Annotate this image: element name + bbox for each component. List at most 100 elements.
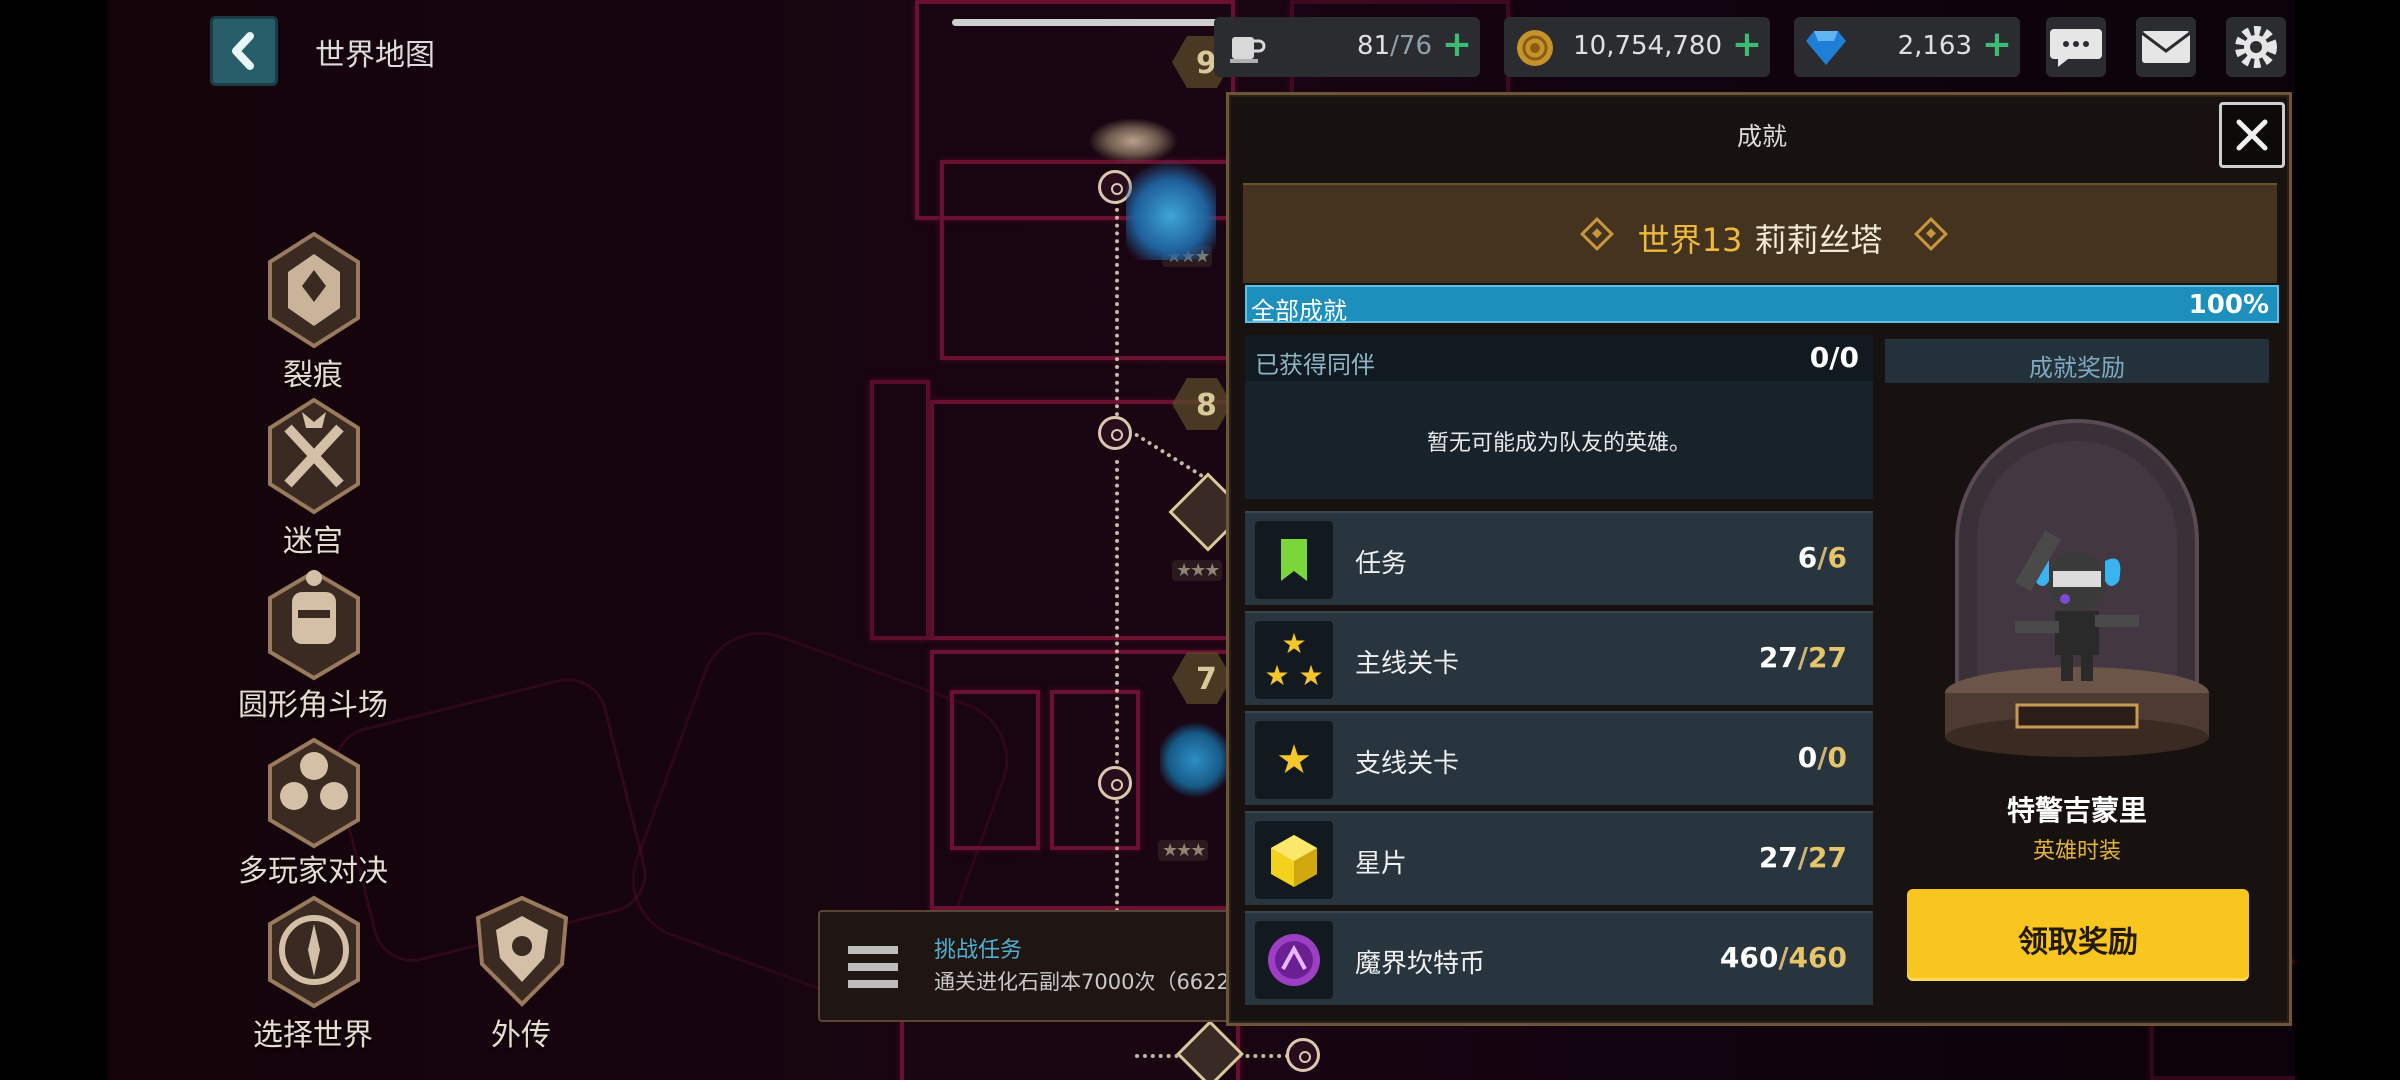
chat-bubble-icon [2050, 29, 2102, 67]
system-navigation-bar [2295, 0, 2400, 1080]
pvp-faces-icon [268, 737, 360, 849]
game-view: 9 8 7 ★★★ ★★★ ★★★ 世界地图 81/76 + 10,754,78… [0, 0, 2295, 1080]
costume-name: 特警吉蒙里 [2006, 794, 2147, 827]
star-icon: ★ [1276, 737, 1312, 783]
coffee-cup-icon [1230, 37, 1266, 63]
page-title: 世界地图 [315, 38, 435, 73]
star-piece-cube-icon [1271, 835, 1317, 887]
knight-helmet-icon [268, 569, 360, 681]
companion-title: 已获得同伴 [1255, 351, 1375, 379]
menu-labyrinth[interactable]: 迷宫 [228, 398, 388, 559]
menu-rift[interactable]: 裂痕 [228, 232, 388, 393]
costume-display-dome [1945, 419, 2209, 757]
stage-number: 7 [1196, 662, 1217, 697]
world-label: 世界13 莉莉丝塔 [1243, 215, 2277, 261]
costume-type: 英雄时装 [2032, 839, 2121, 864]
quest-title: 挑战任务 [934, 938, 1023, 963]
achievement-dialog: 成就 世界13 莉莉丝塔 全部成就 100% 已获得同伴 0/0 暂无可能成为队友… [1226, 92, 2292, 1026]
back-button[interactable] [210, 16, 278, 86]
gear-icon [2235, 26, 2277, 68]
stage-stars: ★★★ [1158, 840, 1209, 861]
map-node[interactable] [1098, 416, 1132, 450]
menu-select-world[interactable]: 选择世界 [228, 894, 388, 1053]
all-achievements-label: 全部成就 [1251, 297, 1347, 325]
hamburger-menu-icon [848, 946, 898, 988]
gem-amount: 2,163 [1897, 31, 1972, 61]
screen: 9 8 7 ★★★ ★★★ ★★★ 世界地图 81/76 + 10,754,78… [0, 0, 2400, 1080]
dialog-title: 成就 [1736, 122, 1787, 151]
stamina-resource[interactable]: 81/76 + [1214, 17, 1480, 77]
gold-amount: 10,754,780 [1573, 31, 1722, 61]
chat-button[interactable] [2046, 17, 2106, 77]
rift-emblem-icon [268, 232, 360, 349]
close-button[interactable] [2219, 102, 2285, 168]
claim-reward-label: 领取奖励 [2018, 925, 2138, 960]
row-progress: 0/0 [1797, 741, 1847, 774]
reward-header: 成就奖励 [1885, 339, 2269, 383]
menu-colosseum[interactable]: 圆形角斗场 [228, 562, 388, 723]
add-gold-button[interactable]: + [1732, 25, 1762, 65]
map-node[interactable] [1098, 766, 1132, 800]
menu-label: 选择世界 [253, 1018, 373, 1053]
menu-side-story[interactable]: 外传 [436, 894, 596, 1053]
svg-text:★: ★ [1264, 659, 1289, 692]
mail-button[interactable] [2136, 17, 2196, 77]
blue-gem-icon [1806, 31, 1846, 65]
gold-resource[interactable]: 10,754,780 + [1504, 17, 1770, 77]
gold-coin-icon [1517, 30, 1553, 66]
row-label: 支线关卡 [1355, 749, 1460, 779]
challenge-quest-panel[interactable]: 挑战任务 通关进化石副本7000次（6622 [818, 910, 1238, 1022]
svg-text:★: ★ [1298, 659, 1323, 692]
row-label: 主线关卡 [1355, 649, 1460, 679]
menu-label: 外传 [491, 1018, 551, 1053]
stamina-max: 76 [1398, 31, 1432, 61]
mail-icon [2141, 31, 2191, 63]
svg-text:★: ★ [1276, 737, 1312, 783]
achievement-row-side-stages: ★ 支线关卡 0/0 [1245, 711, 1873, 805]
menu-label: 圆形角斗场 [238, 688, 388, 723]
reward-title: 成就奖励 [2029, 354, 2125, 382]
world-banner: 世界13 莉莉丝塔 [1243, 183, 2277, 283]
menu-multiplayer[interactable]: 多玩家对决 [228, 730, 388, 889]
gem-resource[interactable]: 2,163 + [1794, 17, 2020, 77]
crossed-swords-icon [268, 398, 360, 515]
row-label: 任务 [1355, 549, 1408, 579]
stage-stars: ★★★ [1172, 560, 1223, 581]
magic-coin-icon [1268, 934, 1320, 986]
stage-number: 8 [1196, 388, 1217, 423]
row-progress: 6/6 [1797, 541, 1847, 574]
achievement-row-magic-coin: 魔界坎特币 460/460 [1245, 911, 1873, 1005]
stamina-current: 81 [1357, 31, 1391, 61]
row-label: 魔界坎特币 [1355, 949, 1486, 979]
svg-text:★: ★ [1281, 627, 1306, 660]
achievement-row-main-stages: ★ ★ ★ 主线关卡 27/27 [1245, 611, 1873, 705]
settings-button[interactable] [2226, 17, 2286, 77]
reward-panel: 成就奖励 特警吉蒙里 英雄时装 领取奖励 [1885, 339, 2269, 1019]
row-progress: 460/460 [1719, 941, 1847, 974]
boss-sprite [1126, 150, 1216, 260]
companion-header: 已获得同伴 0/0 [1245, 335, 1873, 381]
shield-wings-icon [475, 895, 569, 1007]
add-gem-button[interactable]: + [1982, 25, 2012, 65]
all-achievements-progress-bar: 全部成就 100% [1245, 285, 2279, 325]
compass-icon [268, 895, 360, 1009]
claim-reward-button[interactable]: 领取奖励 [1907, 889, 2249, 981]
bat-sprite [1088, 118, 1178, 164]
companion-count: 0/0 [1809, 341, 1859, 374]
world-number: 世界13 [1637, 221, 1743, 259]
add-stamina-button[interactable]: + [1442, 25, 1472, 65]
close-icon [2236, 119, 2268, 151]
quest-description: 通关进化石副本7000次（6622 [934, 970, 1230, 994]
bookmark-icon [1281, 539, 1307, 581]
three-stars-icon: ★★ ★ [1264, 627, 1323, 692]
map-node[interactable] [1286, 1038, 1320, 1072]
achievement-row-quest: 任务 6/6 [1245, 511, 1873, 605]
row-progress: 27/27 [1758, 641, 1847, 674]
world-name: 莉莉丝塔 [1754, 221, 1883, 259]
menu-label: 裂痕 [283, 358, 343, 393]
row-progress: 27/27 [1758, 841, 1847, 874]
companion-panel: 已获得同伴 0/0 暂无可能成为队友的英雄。 [1245, 335, 1873, 499]
achievement-row-star-pieces: 星片 27/27 [1245, 811, 1873, 905]
menu-label: 迷宫 [283, 524, 343, 559]
menu-label: 多玩家对决 [238, 854, 388, 889]
